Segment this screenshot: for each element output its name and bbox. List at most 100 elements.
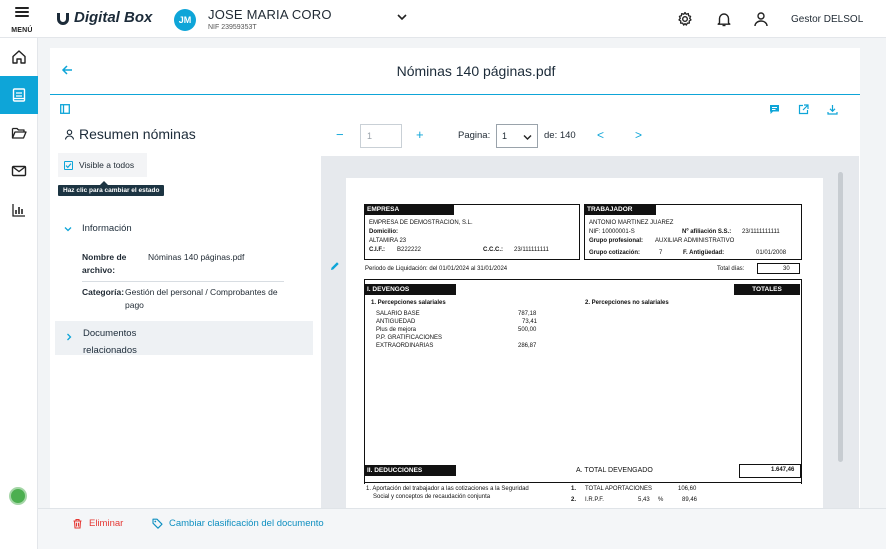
toggle-panel-icon[interactable] <box>60 104 70 114</box>
info-divider <box>82 281 284 282</box>
chevron-down-icon <box>523 135 532 140</box>
related-label-line2: relacionados <box>83 345 137 356</box>
pencil-icon[interactable] <box>330 261 340 271</box>
related-documents-toggle[interactable]: Documentos relacionados <box>55 321 313 356</box>
back-arrow-icon[interactable] <box>61 64 73 76</box>
zoom-in-button[interactable]: + <box>416 127 424 142</box>
user-avatar[interactable]: JM <box>174 9 196 31</box>
deduccion-number: 2. <box>571 497 577 503</box>
category-value-line2: pago <box>125 300 144 310</box>
item-value: 286,87 <box>518 343 537 349</box>
antiguedad-value: 01/01/2008 <box>756 250 787 256</box>
user-name[interactable]: JOSE MARIA CORO <box>208 7 332 22</box>
page-select[interactable]: 1 <box>496 124 538 148</box>
gestor-label[interactable]: Gestor DELSOL <box>791 14 863 25</box>
tag-icon <box>152 518 163 529</box>
summary-title: Resumen nóminas <box>64 126 196 142</box>
deduccion-label: TOTAL APORTACIONES <box>585 486 653 492</box>
sidebar-item-documents[interactable] <box>0 76 38 114</box>
total-devengado-label: A. TOTAL DEVENGADO <box>576 467 653 474</box>
folder-icon <box>11 127 27 139</box>
app-logo[interactable]: Digital Box <box>56 9 152 26</box>
logo-mark-icon <box>57 12 69 25</box>
category-value: Gestión del personal / Comprobantes de p… <box>125 286 278 312</box>
sidebar-item-mail[interactable] <box>0 152 38 190</box>
worker-name: ANTONIO MARTINEZ JUAREZ <box>589 220 674 226</box>
file-name-value: Nóminas 140 páginas.pdf <box>148 252 245 262</box>
total-dias-box <box>757 263 800 274</box>
grupo-profesional-value: AUXILIAR ADMINISTRATIVO <box>655 238 735 244</box>
documents-icon <box>12 88 26 102</box>
chevron-down-icon <box>64 226 72 231</box>
title-divider <box>50 94 860 95</box>
percepciones-salariales: 1. Percepciones salariales <box>371 300 446 306</box>
visibility-toggle[interactable]: Visible a todos <box>58 153 147 177</box>
grupo-cotizacion-value: 7 <box>659 250 663 256</box>
item-label: ANTIGUEDAD <box>376 319 416 325</box>
mail-icon <box>11 165 27 177</box>
home-icon <box>12 50 26 64</box>
next-page-button[interactable]: > <box>635 128 642 142</box>
devengos-box <box>364 279 802 484</box>
menu-button[interactable]: MENÚ <box>8 5 36 37</box>
reclassify-label: Cambiar clasificación del documento <box>169 518 324 529</box>
bell-icon[interactable] <box>716 11 732 27</box>
download-icon[interactable] <box>827 104 838 115</box>
status-indicator[interactable] <box>9 487 27 505</box>
visibility-tooltip: Haz clic para cambiar el estado <box>58 181 165 196</box>
deducciones-divider <box>364 482 802 483</box>
grupo-profesional-label: Grupo profesional: <box>589 238 643 244</box>
chevron-down-icon[interactable] <box>397 12 407 22</box>
zoom-out-button[interactable]: − <box>336 127 344 142</box>
worker-nif: NIF: 10000001-S <box>589 229 635 235</box>
cif-label: C.I.F.: <box>369 247 385 253</box>
document-title: Nóminas 140 páginas.pdf <box>396 63 556 79</box>
delete-label: Eliminar <box>89 518 124 529</box>
grupo-cotizacion-label: Grupo cotización: <box>589 250 640 256</box>
item-value: 787,18 <box>518 311 537 317</box>
item-label: Plus de mejora <box>376 327 417 333</box>
item-label: EXTRAORDINARIAS <box>376 343 434 349</box>
page-input[interactable]: 1 <box>360 124 402 148</box>
file-name-label-line1: Nombre de <box>82 252 127 262</box>
file-name-label: Nombre de archivo: <box>82 251 126 277</box>
sidebar-item-home[interactable] <box>0 38 38 76</box>
sidebar-item-stats[interactable] <box>0 191 38 229</box>
info-section-toggle[interactable]: Información <box>64 223 132 234</box>
deduccion-value: 89,46 <box>682 497 698 503</box>
chevron-right-icon <box>67 333 72 341</box>
user-icon[interactable] <box>753 11 769 27</box>
cif-value: B222222 <box>397 247 422 253</box>
sidebar-item-folders[interactable] <box>0 114 38 152</box>
category-label: Categoría: <box>82 287 125 297</box>
user-nif: NIF 23959353T <box>208 24 257 31</box>
delete-button[interactable]: Eliminar <box>72 518 123 529</box>
item-value: 73,41 <box>522 319 538 325</box>
info-section-label: Información <box>82 223 132 234</box>
aportacion-line2: Social y conceptos de recaudación conjun… <box>373 494 491 500</box>
related-label-line1: Documentos <box>83 328 137 339</box>
item-value: 500,00 <box>518 327 537 333</box>
totales-header: TOTALES <box>734 284 800 295</box>
afiliacion-value: 23/1111111111 <box>742 229 780 235</box>
trabajador-header: TRABAJADOR <box>584 204 656 215</box>
hamburger-icon <box>15 7 29 17</box>
deducciones-header: II. DEDUCCIONES <box>364 465 456 476</box>
ccc-label: C.C.C.: <box>483 247 503 253</box>
prev-page-button[interactable]: < <box>597 128 604 142</box>
comment-icon[interactable] <box>769 104 780 115</box>
viewer-scrollbar[interactable] <box>838 172 843 462</box>
ccc-value: 23/111111111 <box>514 247 549 253</box>
irpf-percent: 5,43 <box>638 497 650 503</box>
file-name-label-line2: archivo: <box>82 265 116 275</box>
related-documents-label: Documentos relacionados <box>83 325 137 359</box>
category-value-line1: Gestión del personal / Comprobantes de <box>125 287 278 297</box>
empresa-name: EMPRESA DE DEMOSTRACION, S.L. <box>369 220 473 226</box>
open-external-icon[interactable] <box>798 104 809 115</box>
pdf-page: EMPRESA EMPRESA DE DEMOSTRACION, S.L. Do… <box>346 178 823 518</box>
menu-label: MENÚ <box>11 27 33 34</box>
periodo-liquidacion: Periodo de Liquidación: del 01/01/2024 a… <box>365 266 508 272</box>
reclassify-button[interactable]: Cambiar clasificación del documento <box>152 518 324 529</box>
total-dias-label: Total días: <box>717 266 745 272</box>
gear-icon[interactable] <box>677 11 693 27</box>
